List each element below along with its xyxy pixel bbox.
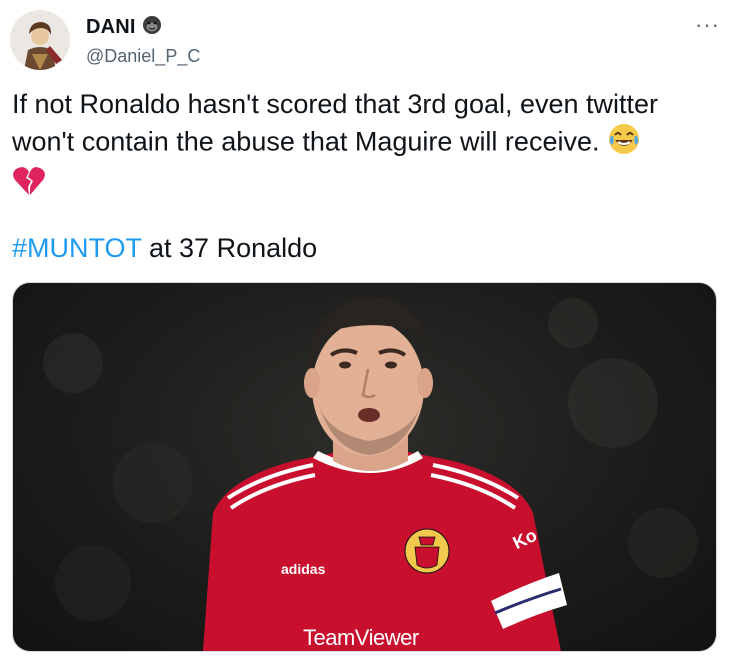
tweet: DANI @Daniel_P_C ··· If not Ronaldo hasn… bbox=[0, 0, 750, 664]
display-name[interactable]: DANI bbox=[86, 16, 136, 39]
cartoon-avatar-icon bbox=[10, 10, 70, 70]
jersey-sponsor-text: TeamViewer bbox=[303, 625, 419, 650]
gorilla-emoji-icon bbox=[142, 15, 162, 40]
avatar[interactable] bbox=[10, 10, 70, 70]
broken-heart-emoji-icon bbox=[12, 165, 46, 206]
tweet-text-line-1: If not Ronaldo hasn't scored that 3rd go… bbox=[12, 89, 659, 119]
footballer-photo bbox=[43, 296, 698, 651]
jersey-brand-text: adidas bbox=[281, 561, 326, 577]
tweet-text: If not Ronaldo hasn't scored that 3rd go… bbox=[12, 86, 727, 206]
hashtag-line-text: at 37 Ronaldo bbox=[141, 233, 318, 263]
user-handle[interactable]: @Daniel_P_C bbox=[86, 46, 200, 67]
laughing-tears-emoji-icon bbox=[607, 122, 641, 165]
tweet-hashtag-line: #MUNTOT at 37 Ronaldo bbox=[12, 230, 317, 266]
tweet-text-line-2: won't contain the abuse that Maguire wil… bbox=[12, 126, 600, 157]
more-options-icon[interactable]: ··· bbox=[695, 12, 720, 38]
tweet-author: DANI @Daniel_P_C bbox=[86, 15, 200, 67]
tweet-media-image[interactable]: adidas TeamViewer Ko bbox=[12, 282, 717, 652]
hashtag-link[interactable]: #MUNTOT bbox=[12, 233, 142, 263]
